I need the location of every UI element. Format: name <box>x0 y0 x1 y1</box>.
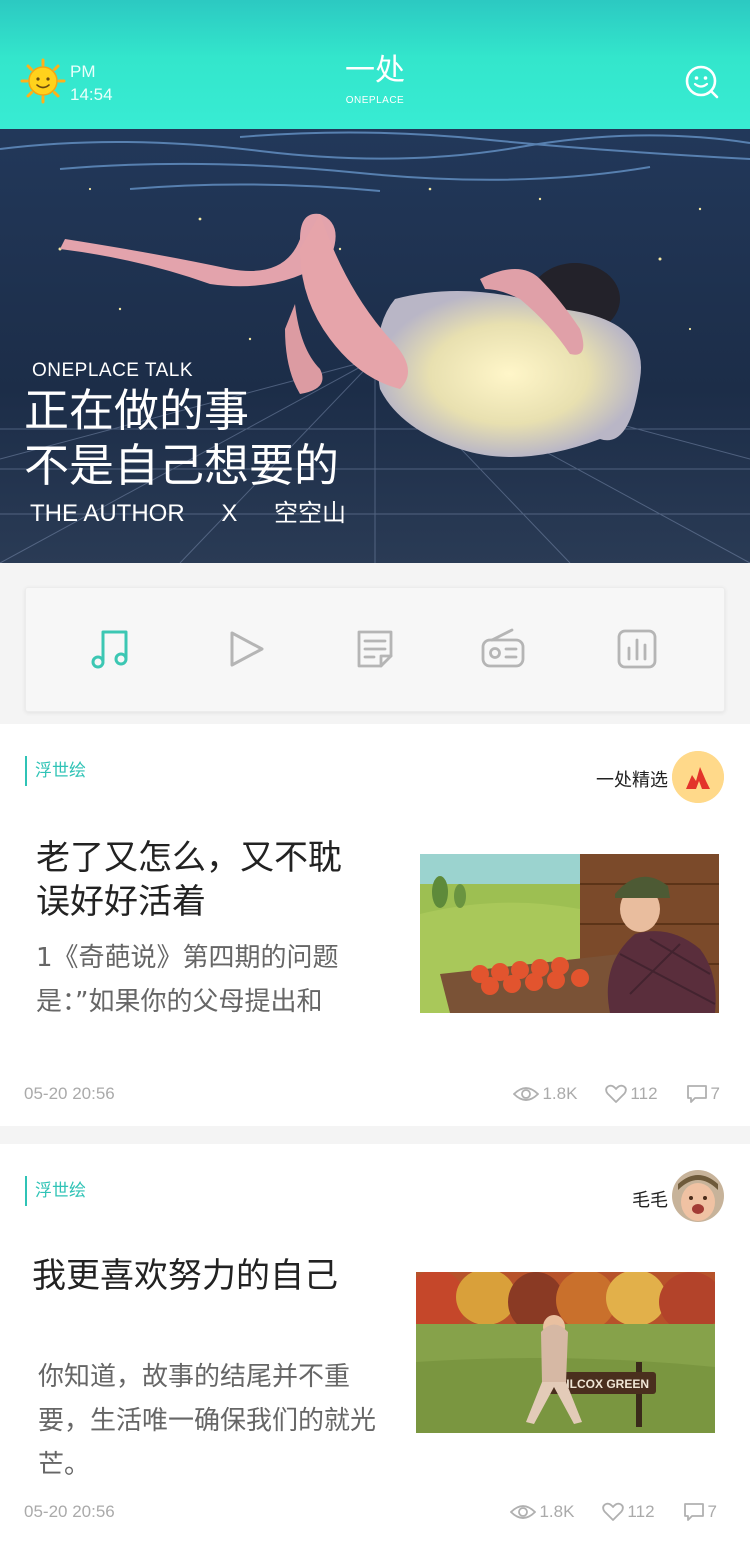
feed-card[interactable]: 浮世绘 毛毛 我更喜欢努力的自己 你知道，故事的结尾并不重要，生活唯一确保我们的… <box>0 1144 750 1547</box>
comment-icon <box>683 1503 704 1521</box>
post-stats: 1.8K 112 7 <box>482 1502 717 1522</box>
ampm-label: PM <box>70 62 96 81</box>
app-header: PM 14:54 一处 ONEPLACE <box>0 0 750 129</box>
hero-credit: THE AUTHOR X 空空山 <box>30 493 376 528</box>
hero-subtitle: ONEPLACE TALK <box>32 360 194 381</box>
comment-button[interactable]: 7 <box>686 1084 720 1104</box>
article-excerpt: 1《奇葩说》第四期的问题是：”如果你的父母提出和 <box>36 943 339 1017</box>
like-button[interactable]: 112 <box>602 1502 655 1522</box>
comment-icon <box>686 1085 707 1103</box>
hero-credit-author: THE AUTHOR <box>30 500 185 527</box>
hero-title-line1: 正在做的事 <box>24 384 250 437</box>
play-icon[interactable] <box>224 626 270 672</box>
article-icon[interactable] <box>352 626 398 672</box>
flame-logo-icon <box>672 751 724 803</box>
sign-text: WILCOX GREEN <box>555 1377 649 1391</box>
category-bar <box>25 587 725 712</box>
eye-icon <box>510 1505 537 1519</box>
radio-icon[interactable] <box>480 626 526 672</box>
brand-name: 一处 <box>345 53 405 88</box>
comment-count-value: 7 <box>707 1502 717 1521</box>
author-name[interactable]: 毛毛 <box>632 1186 668 1212</box>
article-title[interactable]: 我更喜欢努力的自己 <box>32 1254 392 1298</box>
feed-card[interactable]: 浮世绘 一处精选 老了又怎么，又不耽误好好活着 1《奇葩说》第四期的问题是：”如… <box>0 724 750 1126</box>
article-title[interactable]: 老了又怎么，又不耽误好好活着 <box>36 836 366 924</box>
comment-button[interactable]: 7 <box>683 1502 717 1522</box>
article-thumbnail[interactable]: WILCOX GREEN <box>416 1272 715 1433</box>
post-date: 05-20 20:56 <box>24 1084 115 1103</box>
hero-title-line2: 不是自己想要的 <box>24 439 340 492</box>
heart-icon <box>605 1084 628 1103</box>
chart-icon[interactable] <box>614 626 660 672</box>
post-stats: 1.8K 112 7 <box>485 1084 720 1104</box>
sun-icon <box>20 58 66 104</box>
hero-banner[interactable]: ONEPLACE TALK 正在做的事 不是自己想要的 THE AUTHOR X… <box>0 129 750 563</box>
app-logo: 一处 ONEPLACE <box>300 53 450 107</box>
article-thumbnail[interactable] <box>420 854 719 1013</box>
post-date: 05-20 20:56 <box>24 1502 115 1521</box>
brand-subtitle: ONEPLACE <box>345 95 405 106</box>
search-face-icon[interactable] <box>684 64 720 100</box>
like-count-value: 112 <box>627 1502 655 1521</box>
view-count: 1.8K <box>513 1084 577 1104</box>
comment-count-value: 7 <box>710 1084 720 1103</box>
eye-icon <box>513 1087 540 1101</box>
baby-photo-icon <box>672 1170 724 1222</box>
article-excerpt: 你知道，故事的结尾并不重要，生活唯一确保我们的就光芒。 <box>38 1362 377 1480</box>
author-avatar[interactable] <box>672 1170 724 1222</box>
music-note-icon[interactable] <box>88 626 134 672</box>
like-count-value: 112 <box>630 1084 658 1103</box>
hero-credit-x: X <box>221 500 238 527</box>
like-button[interactable]: 112 <box>605 1084 658 1104</box>
view-count-value: 1.8K <box>542 1084 578 1103</box>
hero-credit-name: 空空山 <box>274 500 347 527</box>
category-tag[interactable]: 浮世绘 <box>25 1176 86 1206</box>
heart-icon <box>602 1502 625 1521</box>
view-count: 1.8K <box>510 1502 574 1522</box>
view-count-value: 1.8K <box>539 1502 575 1521</box>
category-tag[interactable]: 浮世绘 <box>25 756 86 786</box>
author-name[interactable]: 一处精选 <box>596 766 668 792</box>
time-label: 14:54 <box>70 85 113 104</box>
author-avatar[interactable] <box>672 751 724 803</box>
